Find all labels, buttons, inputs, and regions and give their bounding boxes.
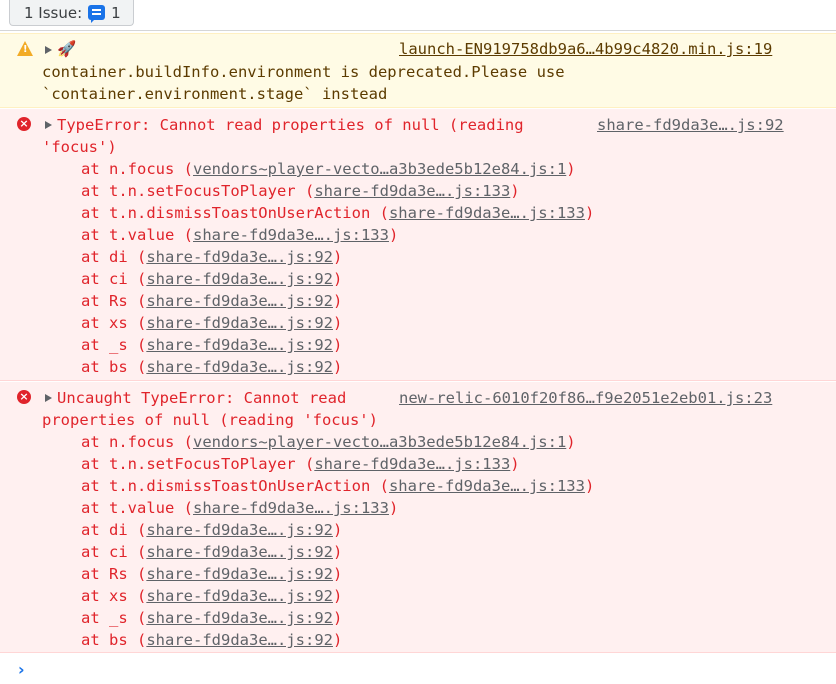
issues-count: 1 xyxy=(111,3,121,22)
expand-triangle-icon[interactable] xyxy=(45,46,52,54)
stack-frame-function: Rs xyxy=(109,292,128,310)
error-source-link[interactable]: new-relic-6010f20f86…f9e2051e2eb01.js:23 xyxy=(399,387,772,409)
stack-frame-link[interactable]: share-fd9da3e….js:133 xyxy=(389,477,585,495)
stack-frame-link[interactable]: share-fd9da3e….js:92 xyxy=(146,336,333,354)
stack-frame: at _s (share-fd9da3e….js:92) xyxy=(81,609,343,627)
stack-frame: at bs (share-fd9da3e….js:92) xyxy=(81,631,343,649)
stack-frame: at n.focus (vendors~player-vecto…a3b3ede… xyxy=(81,160,576,178)
stack-frame-link[interactable]: vendors~player-vecto…a3b3ede5b12e84.js:1 xyxy=(193,160,566,178)
stack-frame-function: ci xyxy=(109,270,128,288)
stack-frame: at ci (share-fd9da3e….js:92) xyxy=(81,543,343,561)
stack-frame-link[interactable]: share-fd9da3e….js:92 xyxy=(146,543,333,561)
stack-frame-link[interactable]: share-fd9da3e….js:92 xyxy=(146,292,333,310)
stack-frame-link[interactable]: share-fd9da3e….js:92 xyxy=(146,270,333,288)
stack-frame-link[interactable]: share-fd9da3e….js:92 xyxy=(146,248,333,266)
error-title: Uncaught TypeError: Cannot read xyxy=(57,389,347,407)
stack-frame: at t.n.setFocusToPlayer (share-fd9da3e….… xyxy=(81,455,520,473)
expand-triangle-icon[interactable] xyxy=(45,394,52,402)
issues-button[interactable]: 1 Issue: 1 xyxy=(9,0,134,26)
chevron-right-icon[interactable]: › xyxy=(18,660,25,679)
warning-triangle-icon: ! xyxy=(17,41,33,56)
stack-frame-function: t.n.dismissToastOnUserAction xyxy=(109,204,371,222)
stack-frame-function: xs xyxy=(109,314,128,332)
stack-frame-link[interactable]: share-fd9da3e….js:92 xyxy=(146,609,333,627)
stack-frame-link[interactable]: share-fd9da3e….js:92 xyxy=(146,521,333,539)
stack-frame-link[interactable]: share-fd9da3e….js:133 xyxy=(193,499,389,517)
stack-frame-function: di xyxy=(109,521,128,539)
stack-frame: at ci (share-fd9da3e….js:92) xyxy=(81,270,343,288)
console-warning-message[interactable]: ! 🚀 launch-EN919758db9a6…4b99c4820.min.j… xyxy=(0,33,836,108)
stack-frame-function: t.n.dismissToastOnUserAction xyxy=(109,477,371,495)
error-title-continued: properties of null (reading 'focus') xyxy=(42,411,378,429)
stack-frame-function: _s xyxy=(109,336,128,354)
stack-frame: at xs (share-fd9da3e….js:92) xyxy=(81,587,343,605)
error-source-link[interactable]: share-fd9da3e….js:92 xyxy=(597,114,784,136)
stack-frame-function: t.n.setFocusToPlayer xyxy=(109,182,296,200)
stack-frame: at t.n.dismissToastOnUserAction (share-f… xyxy=(81,204,595,222)
stack-frame-link[interactable]: share-fd9da3e….js:92 xyxy=(146,631,333,649)
stack-frame-function: n.focus xyxy=(109,433,175,451)
stack-frame-function: ci xyxy=(109,543,128,561)
issues-label: 1 Issue: xyxy=(24,3,83,22)
stack-frame-function: t.n.setFocusToPlayer xyxy=(109,455,296,473)
warning-source-link[interactable]: launch-EN919758db9a6…4b99c4820.min.js:19 xyxy=(399,38,772,60)
stack-frame: at bs (share-fd9da3e….js:92) xyxy=(81,358,343,376)
stack-frame-function: t.value xyxy=(109,226,175,244)
stack-frame-link[interactable]: share-fd9da3e….js:92 xyxy=(146,314,333,332)
stack-frame-function: t.value xyxy=(109,499,175,517)
console-error-message[interactable]: × TypeError: Cannot read properties of n… xyxy=(0,109,836,381)
message-icon xyxy=(88,5,106,23)
stack-frame-link[interactable]: share-fd9da3e….js:133 xyxy=(193,226,389,244)
stack-frame: at n.focus (vendors~player-vecto…a3b3ede… xyxy=(81,433,576,451)
stack-frame-link[interactable]: share-fd9da3e….js:92 xyxy=(146,565,333,583)
stack-frame-function: di xyxy=(109,248,128,266)
stack-frame: at Rs (share-fd9da3e….js:92) xyxy=(81,292,343,310)
stack-frame-function: bs xyxy=(109,358,128,376)
stack-frame: at Rs (share-fd9da3e….js:92) xyxy=(81,565,343,583)
expand-triangle-icon[interactable] xyxy=(45,121,52,129)
stack-frame: at t.n.setFocusToPlayer (share-fd9da3e….… xyxy=(81,182,520,200)
stack-frame-link[interactable]: share-fd9da3e….js:133 xyxy=(314,182,510,200)
stack-frame-function: n.focus xyxy=(109,160,175,178)
issues-toolbar: 1 Issue: 1 xyxy=(0,0,836,31)
stack-frame-link[interactable]: vendors~player-vecto…a3b3ede5b12e84.js:1 xyxy=(193,433,566,451)
stack-frame-function: xs xyxy=(109,587,128,605)
stack-frame: at t.n.dismissToastOnUserAction (share-f… xyxy=(81,477,595,495)
stack-frame-link[interactable]: share-fd9da3e….js:92 xyxy=(146,358,333,376)
stack-frame: at _s (share-fd9da3e….js:92) xyxy=(81,336,343,354)
stack-frame: at di (share-fd9da3e….js:92) xyxy=(81,521,343,539)
warning-text-line: container.buildInfo.environment is depre… xyxy=(42,63,565,81)
error-circle-icon: × xyxy=(17,390,31,404)
error-title: TypeError: Cannot read properties of nul… xyxy=(57,116,524,134)
stack-frame-function: _s xyxy=(109,609,128,627)
console-error-message[interactable]: × Uncaught TypeError: Cannot read new-re… xyxy=(0,382,836,653)
warning-emoji: 🚀 xyxy=(57,40,77,58)
stack-frame-link[interactable]: share-fd9da3e….js:133 xyxy=(314,455,510,473)
stack-frame-function: Rs xyxy=(109,565,128,583)
stack-frame: at t.value (share-fd9da3e….js:133) xyxy=(81,499,399,517)
stack-frame-link[interactable]: share-fd9da3e….js:92 xyxy=(146,587,333,605)
stack-frame: at xs (share-fd9da3e….js:92) xyxy=(81,314,343,332)
error-title-continued: 'focus') xyxy=(42,138,117,156)
stack-frame: at t.value (share-fd9da3e….js:133) xyxy=(81,226,399,244)
stack-frame-function: bs xyxy=(109,631,128,649)
stack-frame-link[interactable]: share-fd9da3e….js:133 xyxy=(389,204,585,222)
error-circle-icon: × xyxy=(17,117,31,131)
stack-frame: at di (share-fd9da3e….js:92) xyxy=(81,248,343,266)
warning-text-line: `container.environment.stage` instead xyxy=(42,85,388,103)
